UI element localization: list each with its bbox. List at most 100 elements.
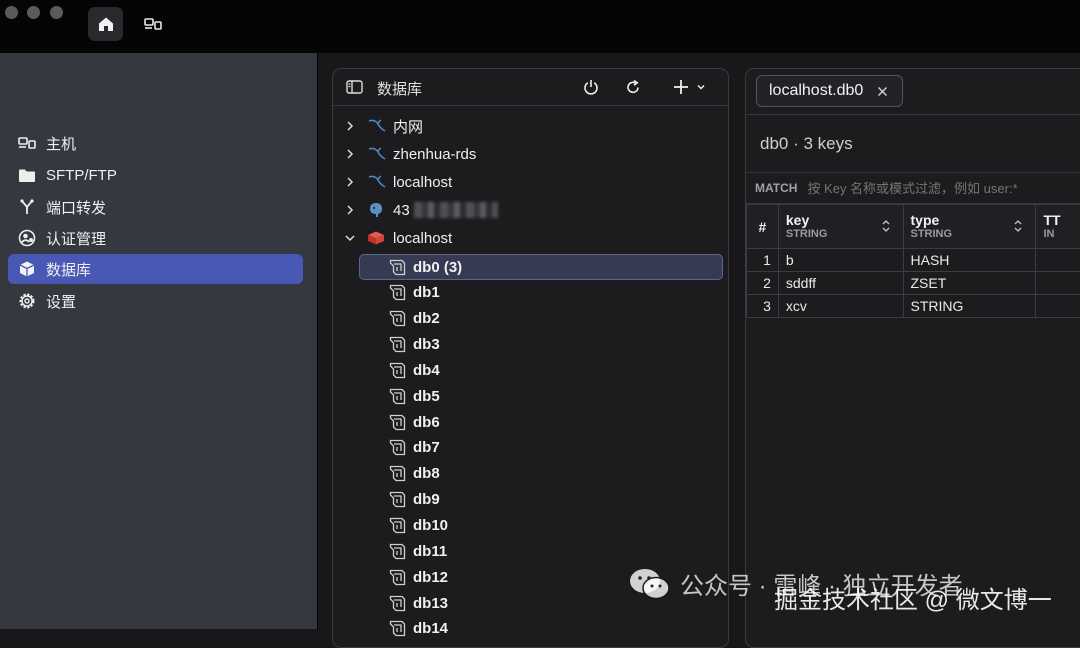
column-header-label: # bbox=[759, 219, 767, 235]
database-item[interactable]: db1 bbox=[359, 280, 723, 306]
row-ttl bbox=[1036, 249, 1080, 272]
sidebar-item-database[interactable]: 数据库 bbox=[8, 254, 303, 284]
database-item[interactable]: db0 (3) bbox=[359, 254, 723, 280]
database-item[interactable]: db8 bbox=[359, 461, 723, 487]
close-tab-icon[interactable] bbox=[877, 86, 888, 97]
database-icon bbox=[389, 465, 406, 482]
home-icon bbox=[97, 15, 115, 33]
database-label: db0 (3) bbox=[413, 259, 462, 276]
chevron-down-icon bbox=[343, 234, 357, 242]
folder-icon bbox=[17, 165, 37, 185]
database-item[interactable]: db2 bbox=[359, 306, 723, 332]
database-icon bbox=[389, 310, 406, 327]
connection-item-localhost-redis[interactable]: localhost bbox=[343, 225, 713, 251]
wechat-icon bbox=[628, 567, 672, 601]
connection-item-zhenhua-rds[interactable]: zhenhua-rds bbox=[343, 141, 713, 167]
sort-icon[interactable] bbox=[1013, 219, 1023, 236]
table-row[interactable]: 1 b HASH bbox=[747, 249, 1080, 272]
refresh-button[interactable] bbox=[623, 77, 643, 97]
row-type: HASH bbox=[903, 249, 1036, 272]
disconnect-button[interactable] bbox=[581, 77, 601, 97]
hosts-button[interactable] bbox=[135, 7, 170, 41]
database-panel-header: 数据库 bbox=[333, 69, 728, 106]
database-label: db11 bbox=[413, 543, 447, 560]
column-header-type-col[interactable]: type STRING bbox=[903, 205, 1036, 249]
database-item[interactable]: db4 bbox=[359, 357, 723, 383]
database-item[interactable]: db11 bbox=[359, 538, 723, 564]
connection-label: localhost bbox=[393, 174, 452, 191]
column-header-type: STRING bbox=[911, 228, 1029, 241]
minimize-window-button[interactable] bbox=[27, 6, 40, 19]
refresh-icon bbox=[625, 79, 641, 95]
mysql-icon bbox=[367, 118, 393, 134]
database-item[interactable]: db9 bbox=[359, 487, 723, 513]
table-row[interactable]: 3 xcv STRING bbox=[747, 295, 1080, 318]
sidebar-item-label: 设置 bbox=[46, 291, 76, 312]
database-icon bbox=[389, 569, 406, 586]
add-connection-button[interactable] bbox=[669, 77, 709, 97]
sidebar-item-port-forwarding[interactable]: 端口转发 bbox=[8, 192, 303, 222]
sidebar-item-sftp[interactable]: SFTP/FTP bbox=[8, 160, 303, 190]
power-icon bbox=[583, 79, 599, 95]
chevron-right-icon bbox=[343, 177, 357, 187]
table-row[interactable]: 2 sddff ZSET bbox=[747, 272, 1080, 295]
database-icon bbox=[389, 259, 406, 276]
column-header-ttl[interactable]: TT IN bbox=[1036, 205, 1080, 249]
database-item[interactable]: db6 bbox=[359, 409, 723, 435]
table-header-row: # key STRING type STRING TT IN bbox=[747, 205, 1080, 249]
database-item[interactable]: db10 bbox=[359, 513, 723, 539]
row-key: b bbox=[778, 249, 903, 272]
database-item[interactable]: db7 bbox=[359, 435, 723, 461]
chevron-right-icon bbox=[343, 149, 357, 159]
database-panel: 数据库 内网 zhenhua-rds localhost 43 l bbox=[332, 68, 729, 648]
database-label: db8 bbox=[413, 465, 440, 482]
database-icon bbox=[389, 517, 406, 534]
sidebar-item-hosts[interactable]: 主机 bbox=[8, 128, 303, 158]
column-header-type: IN bbox=[1043, 228, 1080, 241]
database-label: db13 bbox=[413, 595, 448, 612]
tab-label: localhost.db0 bbox=[769, 82, 863, 100]
database-icon bbox=[389, 388, 406, 405]
connection-label: zhenhua-rds bbox=[393, 146, 476, 163]
database-label: db3 bbox=[413, 336, 440, 353]
sidebar-item-settings[interactable]: 设置 bbox=[8, 286, 303, 316]
column-header-label: key bbox=[786, 213, 896, 228]
toggle-sidebar-button[interactable] bbox=[344, 77, 364, 97]
sidebar-item-label: 数据库 bbox=[46, 259, 91, 280]
sidebar-item-label: 主机 bbox=[46, 133, 76, 154]
row-index: 2 bbox=[747, 272, 779, 295]
connection-item-postgres[interactable]: 43 bbox=[343, 197, 713, 223]
maximize-window-button[interactable] bbox=[50, 6, 63, 19]
database-icon bbox=[389, 284, 406, 301]
row-type: ZSET bbox=[903, 272, 1036, 295]
row-ttl bbox=[1036, 272, 1080, 295]
sidebar-divider bbox=[317, 53, 318, 629]
sidebar-item-label: SFTP/FTP bbox=[46, 167, 117, 184]
match-filter-input[interactable] bbox=[805, 180, 1069, 197]
connection-item-localhost-mysql[interactable]: localhost bbox=[343, 169, 713, 195]
database-label: db7 bbox=[413, 439, 440, 456]
connection-item-intranet[interactable]: 内网 bbox=[343, 113, 713, 139]
column-header-index: # bbox=[747, 205, 779, 249]
redacted-text bbox=[414, 202, 498, 218]
database-label: db4 bbox=[413, 362, 440, 379]
keys-summary: db0 · 3 keys bbox=[760, 134, 853, 154]
home-button[interactable] bbox=[88, 7, 123, 41]
sort-icon[interactable] bbox=[881, 219, 891, 236]
database-icon bbox=[389, 595, 406, 612]
database-item[interactable]: db3 bbox=[359, 332, 723, 358]
fork-icon bbox=[17, 197, 37, 217]
database-item[interactable]: db5 bbox=[359, 383, 723, 409]
sidebar-item-auth[interactable]: 认证管理 bbox=[8, 223, 303, 253]
tab-localhost-db0[interactable]: localhost.db0 bbox=[756, 75, 903, 107]
database-panel-title: 数据库 bbox=[377, 78, 422, 99]
connection-label: 43 bbox=[393, 202, 410, 219]
tab-divider bbox=[746, 114, 1080, 115]
key-user-icon bbox=[17, 228, 37, 248]
database-icon bbox=[389, 336, 406, 353]
column-header-key[interactable]: key STRING bbox=[778, 205, 903, 249]
close-window-button[interactable] bbox=[5, 6, 18, 19]
sidebar-item-label: 认证管理 bbox=[46, 228, 106, 249]
connection-label: localhost bbox=[393, 230, 452, 247]
database-label: db6 bbox=[413, 414, 440, 431]
